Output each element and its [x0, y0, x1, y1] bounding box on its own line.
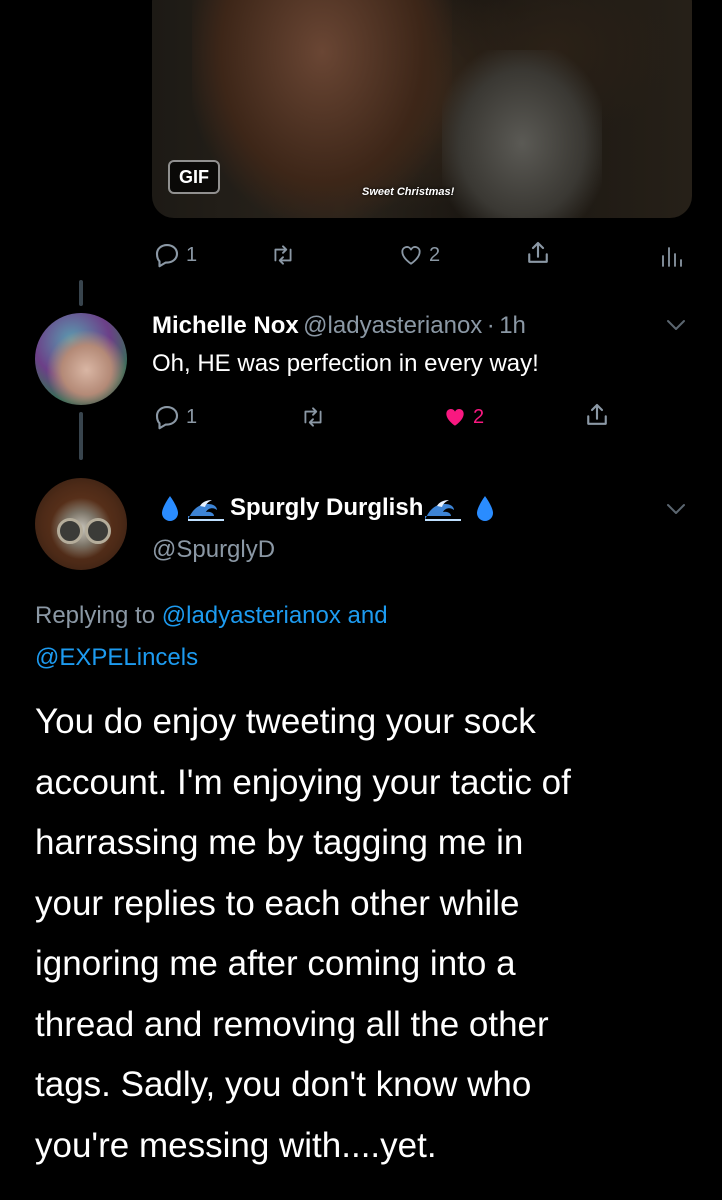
gif-media[interactable]: GIF Sweet Christmas!	[152, 0, 692, 218]
tweet-line: account. I'm enjoying your tactic of	[35, 762, 571, 802]
reply-count: 1	[186, 243, 198, 266]
tweet-line: thread and removing all the other	[35, 1004, 549, 1044]
gif-badge: GIF	[168, 160, 220, 194]
like-icon	[401, 246, 421, 265]
reply-count: 1	[186, 405, 198, 428]
gif-frame-figure-woman	[442, 50, 602, 218]
tweet-line: your replies to each other while	[35, 883, 520, 923]
like-icon	[446, 408, 464, 426]
wave-icon	[425, 500, 462, 521]
display-name[interactable]: Michelle Nox	[152, 312, 299, 339]
share-icon	[528, 241, 548, 263]
michelle-like-action[interactable]: 2	[441, 404, 484, 430]
michelle-reply-action[interactable]: 1	[152, 402, 197, 432]
retweet-action[interactable]	[268, 242, 298, 268]
user-handle[interactable]: @SpurglyD	[152, 536, 275, 564]
separator: ·	[486, 312, 495, 339]
share-action[interactable]	[523, 238, 553, 268]
replying-prefix: Replying to	[35, 602, 156, 629]
michelle-header: Michelle Nox @ladyasterianox · 1h	[152, 312, 526, 340]
tweet-line: tags. Sadly, you don't know who	[35, 1065, 532, 1104]
wave-icon	[188, 500, 224, 521]
reply-icon	[155, 405, 179, 430]
mention-link[interactable]: @EXPELincels	[35, 644, 198, 671]
michelle-share-action[interactable]	[582, 400, 612, 430]
tweet-line: You do enjoy tweeting your sock	[35, 702, 536, 741]
replying-and[interactable]: and	[348, 602, 388, 629]
retweet-icon	[274, 245, 292, 265]
reply-icon	[155, 243, 179, 268]
michelle-tweet-text: Oh, HE was perfection in every way!	[152, 350, 539, 377]
droplet-icon	[162, 496, 178, 521]
droplet-icon	[477, 496, 494, 521]
reply-action[interactable]: 1	[152, 240, 197, 270]
like-action[interactable]: 2	[397, 242, 440, 268]
thread-connector-michelle	[79, 412, 83, 460]
retweet-icon	[304, 407, 322, 427]
avatar-mask-eye-left	[57, 518, 83, 544]
like-count: 2	[473, 405, 485, 428]
mention-link[interactable]: @ladyasterianox	[162, 602, 341, 629]
user-handle[interactable]: @ladyasterianox	[303, 312, 482, 339]
avatar-michelle[interactable]	[35, 313, 127, 405]
michelle-retweet-action[interactable]	[298, 404, 328, 430]
gif-caption: Sweet Christmas!	[362, 186, 455, 198]
like-count: 2	[429, 243, 441, 266]
spurgly-name-row[interactable]: Spurgly Durglish	[160, 494, 495, 522]
tweet-line: ignoring me after coming into a	[35, 944, 516, 983]
timestamp[interactable]: 1h	[499, 312, 526, 339]
tweet-line: harrassing me by tagging me in	[35, 823, 524, 862]
chevron-down-icon[interactable]	[665, 502, 687, 516]
replying-to: Replying to @ladyasterianox and @EXPELin…	[35, 595, 685, 679]
chevron-down-icon[interactable]	[665, 318, 687, 332]
display-name[interactable]: Spurgly Durglish	[230, 494, 423, 522]
tweet-line: you're messing with....yet.	[35, 1125, 437, 1165]
analytics-action[interactable]	[660, 242, 682, 268]
analytics-icon	[662, 247, 682, 267]
spurgly-tweet-text: You do enjoy tweeting your sock account.…	[35, 692, 695, 1176]
avatar-spurgly[interactable]	[35, 478, 127, 570]
share-icon	[587, 403, 607, 425]
avatar-mask-eye-right	[85, 518, 111, 544]
thread-connector-top	[79, 280, 83, 306]
